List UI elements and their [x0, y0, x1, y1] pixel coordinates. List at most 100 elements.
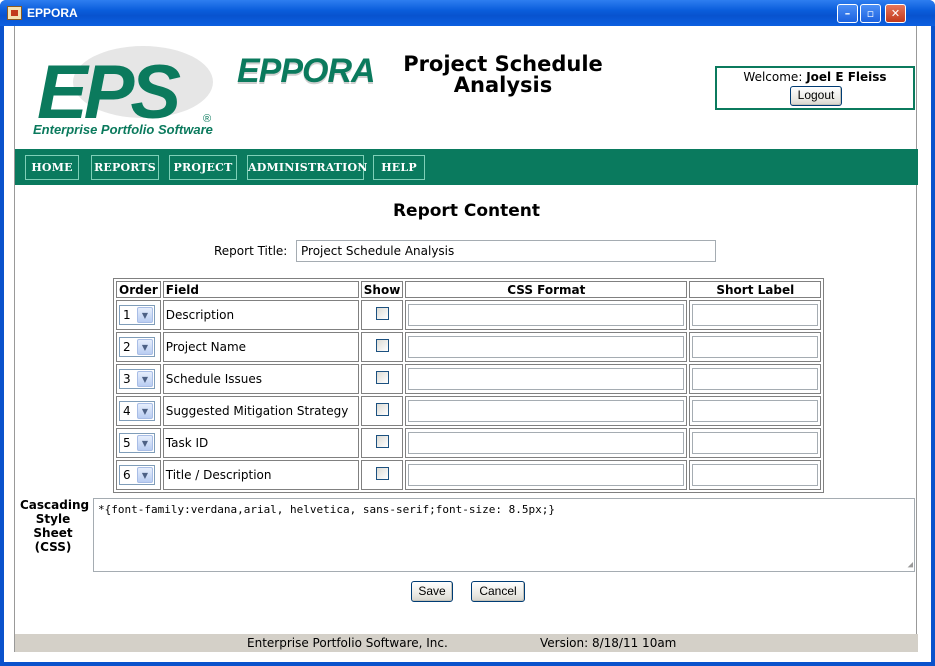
order-value: 5	[123, 436, 131, 450]
order-select[interactable]: 1 ▼	[119, 305, 155, 325]
field-name: Task ID	[162, 428, 359, 458]
order-value: 2	[123, 340, 131, 354]
short-label-cell	[689, 460, 822, 490]
title-bar[interactable]: EPPORA – ▫ ✕	[0, 0, 935, 26]
show-cell	[360, 300, 404, 330]
css-format-input[interactable]	[408, 368, 685, 390]
column-header-show: Show	[360, 281, 404, 298]
short-label-input[interactable]	[692, 368, 819, 390]
nav-item-reports[interactable]: REPORTS	[91, 155, 159, 180]
css-textarea[interactable]: *{font-family:verdana,arial, helvetica, …	[93, 498, 915, 572]
page-title-line1: Project Schedule	[403, 52, 603, 76]
show-checkbox[interactable]	[375, 403, 389, 416]
field-name: Title / Description	[162, 460, 359, 490]
column-header-order: Order	[116, 281, 161, 298]
order-cell: 5 ▼	[116, 428, 161, 458]
show-cell	[360, 396, 404, 426]
order-cell: 1 ▼	[116, 300, 161, 330]
table-row: 2 ▼ Project Name	[116, 332, 822, 362]
css-format-cell	[405, 332, 688, 362]
order-select[interactable]: 2 ▼	[119, 337, 155, 357]
short-label-input[interactable]	[692, 304, 819, 326]
cancel-button[interactable]: Cancel	[471, 581, 525, 602]
css-label: Cascading Style Sheet (CSS)	[20, 498, 90, 554]
show-checkbox[interactable]	[375, 435, 389, 448]
table-row: 4 ▼ Suggested Mitigation Strategy	[116, 396, 822, 426]
css-format-cell	[405, 460, 688, 490]
css-format-input[interactable]	[408, 432, 685, 454]
order-cell: 4 ▼	[116, 396, 161, 426]
column-header-short-label: Short Label	[689, 281, 822, 298]
show-checkbox[interactable]	[375, 467, 389, 480]
report-title-input[interactable]	[296, 240, 716, 262]
show-checkbox[interactable]	[375, 371, 389, 384]
page-frame: EPS ® Enterprise Portfolio Software EPPO…	[14, 26, 918, 652]
short-label-input[interactable]	[692, 464, 819, 486]
save-button[interactable]: Save	[411, 581, 453, 602]
nav-item-home[interactable]: HOME	[25, 155, 79, 180]
short-label-input[interactable]	[692, 336, 819, 358]
short-label-cell	[689, 396, 822, 426]
css-format-cell	[405, 364, 688, 394]
nav-item-help[interactable]: HELP	[373, 155, 425, 180]
welcome-panel: Welcome: Joel E Fleiss Logout	[715, 66, 915, 110]
css-format-input[interactable]	[408, 400, 685, 422]
show-cell	[360, 364, 404, 394]
table-header-row: Order Field Show CSS Format Short Label	[116, 281, 822, 298]
short-label-input[interactable]	[692, 400, 819, 422]
chevron-down-icon[interactable]: ▼	[137, 307, 153, 323]
window-client-area: EPS ® Enterprise Portfolio Software EPPO…	[4, 26, 931, 662]
order-select[interactable]: 5 ▼	[119, 433, 155, 453]
css-label-line: Cascading	[20, 498, 90, 512]
show-checkbox[interactable]	[375, 307, 389, 320]
show-checkbox[interactable]	[375, 339, 389, 352]
chevron-down-icon[interactable]: ▼	[137, 371, 153, 387]
css-label-line: Style	[35, 512, 71, 526]
css-format-cell	[405, 428, 688, 458]
chevron-down-icon[interactable]: ▼	[137, 339, 153, 355]
main-nav: HOME REPORTS PROJECT ADMINISTRATION HELP	[15, 149, 918, 185]
order-cell: 3 ▼	[116, 364, 161, 394]
section-title: Report Content	[392, 201, 541, 221]
nav-item-project[interactable]: PROJECT	[169, 155, 237, 180]
chevron-down-icon[interactable]: ▼	[137, 403, 153, 419]
welcome-user-name: Joel E Fleiss	[806, 70, 887, 84]
css-format-input[interactable]	[408, 304, 685, 326]
order-value: 3	[123, 372, 131, 386]
order-value: 4	[123, 404, 131, 418]
field-name: Project Name	[162, 332, 359, 362]
eppora-logo-text-overlay: EPPORA	[237, 54, 375, 90]
welcome-label: Welcome:	[743, 70, 803, 84]
order-cell: 2 ▼	[116, 332, 161, 362]
chevron-down-icon[interactable]: ▼	[137, 467, 153, 483]
order-select[interactable]: 6 ▼	[119, 465, 155, 485]
order-value: 6	[123, 468, 131, 482]
chevron-down-icon[interactable]: ▼	[137, 435, 153, 451]
css-format-input[interactable]	[408, 464, 685, 486]
maximize-button[interactable]: ▫	[860, 4, 881, 23]
css-label-line: (CSS)	[34, 540, 72, 554]
css-label-line: Sheet	[33, 526, 73, 540]
close-button[interactable]: ✕	[885, 4, 906, 23]
logout-button[interactable]: Logout	[790, 86, 842, 106]
footer-version: Version: 8/18/11 10am	[540, 636, 677, 650]
page-title-line2: Analysis	[453, 73, 553, 97]
short-label-cell	[689, 428, 822, 458]
field-name: Schedule Issues	[162, 364, 359, 394]
nav-item-administration[interactable]: ADMINISTRATION	[247, 155, 367, 180]
css-textarea-value: *{font-family:verdana,arial, helvetica, …	[98, 503, 555, 516]
field-name: Description	[162, 300, 359, 330]
short-label-cell	[689, 332, 822, 362]
order-select[interactable]: 3 ▼	[119, 369, 155, 389]
report-title-label: Report Title:	[214, 244, 288, 258]
css-format-input[interactable]	[408, 336, 685, 358]
app-icon	[7, 6, 22, 20]
eppora-logo: EPPORA EPPORA	[237, 54, 376, 90]
minimize-button[interactable]: –	[837, 4, 858, 23]
table-row: 5 ▼ Task ID	[116, 428, 822, 458]
column-header-css-format: CSS Format	[405, 281, 688, 298]
order-select[interactable]: 4 ▼	[119, 401, 155, 421]
resize-grip-icon[interactable]: ◢	[908, 560, 913, 570]
column-header-field: Field	[162, 281, 359, 298]
short-label-input[interactable]	[692, 432, 819, 454]
